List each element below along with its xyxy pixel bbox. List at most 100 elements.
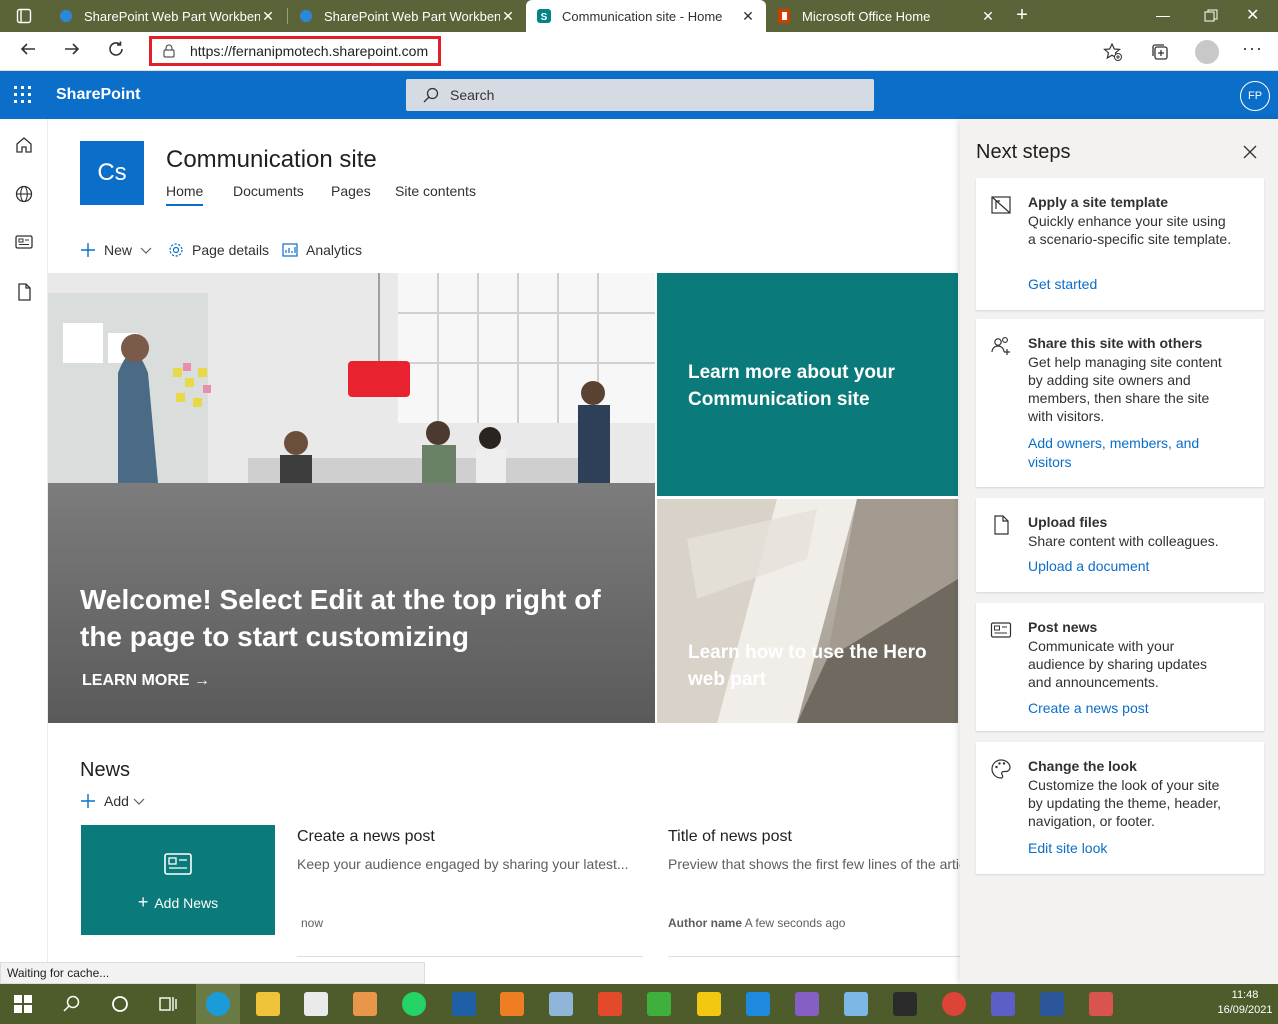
sharepoint-brand-link[interactable]: SharePoint — [56, 86, 140, 104]
minimize-window-button[interactable] — [1156, 8, 1170, 24]
news-feed-icon[interactable] — [14, 232, 34, 252]
teams-icon[interactable] — [991, 992, 1015, 1016]
vscode-icon[interactable] — [746, 992, 770, 1016]
site-nav-site-contents[interactable]: Site contents — [395, 183, 476, 199]
home-icon[interactable] — [14, 135, 34, 155]
news-post-preview: Preview that shows the first few lines o… — [668, 856, 960, 872]
photos-app-icon[interactable] — [844, 992, 868, 1016]
chevron-down-icon — [133, 798, 145, 805]
system-clock[interactable]: 11:48 16/09/2021 — [1214, 988, 1276, 1018]
add-favorite-icon[interactable] — [1103, 42, 1123, 62]
file-explorer-icon[interactable] — [256, 992, 280, 1016]
hero-tile-heading: Learn more about your Communication site — [688, 362, 895, 410]
close-tab-icon[interactable]: ✕ — [500, 8, 516, 25]
plus-icon — [81, 794, 95, 808]
close-tab-icon[interactable]: ✕ — [740, 8, 756, 25]
microsoft-store-icon[interactable] — [304, 992, 328, 1016]
url-field[interactable]: https://fernanipmotech.sharepoint.com — [149, 36, 441, 66]
git-app-icon[interactable] — [598, 992, 622, 1016]
restore-window-icon[interactable] — [1204, 9, 1218, 23]
news-post-title[interactable]: Title of news post — [668, 828, 792, 846]
back-button[interactable] — [15, 39, 41, 65]
close-icon[interactable] — [1242, 144, 1258, 160]
globe-icon[interactable] — [14, 184, 34, 204]
upload-file-icon — [994, 515, 1009, 535]
page-details-button[interactable]: Page details — [168, 242, 269, 258]
forward-button[interactable] — [59, 39, 85, 65]
close-tab-icon[interactable]: ✕ — [980, 8, 996, 25]
power-bi-icon[interactable] — [697, 992, 721, 1016]
learn-more-link[interactable]: LEARN MORE → — [82, 672, 210, 690]
windows-start-icon[interactable] — [14, 995, 32, 1013]
collections-icon[interactable] — [1150, 42, 1170, 62]
terminal-icon[interactable] — [893, 992, 917, 1016]
edge-browser-icon[interactable] — [206, 992, 230, 1016]
hero-tile-learn-communication-site[interactable]: Learn more about your Communication site — [657, 273, 958, 496]
whatsapp-icon[interactable] — [402, 992, 426, 1016]
next-step-card-change-look: Change the look Customize the look of yo… — [976, 742, 1264, 874]
word-icon[interactable] — [1040, 992, 1064, 1016]
close-tab-icon[interactable]: ✕ — [260, 8, 276, 25]
task-view-icon[interactable] — [158, 994, 178, 1014]
more-menu-icon[interactable]: ··· — [1242, 38, 1263, 59]
cortana-icon[interactable] — [110, 994, 130, 1014]
hero-main-heading: Welcome! Select Edit at the top right of… — [80, 584, 601, 652]
browser-tab-workbench-1[interactable]: SharePoint Web Part Workbench ✕ — [48, 0, 286, 32]
sketch-app-icon[interactable] — [647, 992, 671, 1016]
hero-tile-learn-hero-web-part[interactable]: Learn how to use the Hero web part — [657, 499, 958, 723]
vmware-icon[interactable] — [452, 992, 476, 1016]
app-launcher-icon[interactable] — [14, 86, 32, 104]
create-news-post-link[interactable]: Create a news post — [1028, 699, 1228, 718]
site-logo[interactable]: Cs — [80, 141, 144, 205]
next-step-card-site-template: Apply a site template Quickly enhance yo… — [976, 178, 1264, 310]
upload-document-link[interactable]: Upload a document — [1028, 557, 1228, 576]
close-window-button[interactable]: ✕ — [1246, 5, 1259, 25]
search-input[interactable]: Search — [406, 79, 874, 111]
browser-tab-communication-site[interactable]: S Communication site - Home ✕ — [526, 0, 766, 32]
browser-tab-office-home[interactable]: Microsoft Office Home ✕ — [766, 0, 1006, 32]
add-news-dropdown[interactable]: Add — [80, 793, 145, 809]
add-label: Add — [104, 793, 129, 809]
get-started-link[interactable]: Get started — [1028, 275, 1228, 294]
tab-actions-icon[interactable] — [16, 8, 32, 24]
tab-title: SharePoint Web Part Workbench — [324, 8, 500, 24]
account-avatar[interactable]: FP — [1240, 81, 1270, 111]
new-command-button[interactable]: New — [80, 242, 152, 258]
hero-main-tile[interactable]: Welcome! Select Edit at the top right of… — [48, 273, 655, 723]
gear-icon — [169, 243, 183, 257]
chrome-icon[interactable] — [942, 992, 966, 1016]
refresh-icon — [109, 41, 123, 56]
profile-avatar[interactable] — [1195, 40, 1219, 64]
site-nav-documents[interactable]: Documents — [233, 183, 304, 199]
next-steps-title: Next steps — [976, 141, 1071, 163]
news-post-meta: Author name A few seconds ago — [668, 916, 845, 930]
card-description: Customize the look of your site by updat… — [1028, 777, 1222, 829]
browser-tab-workbench-2[interactable]: SharePoint Web Part Workbench ✕ — [288, 0, 526, 32]
search-icon[interactable] — [62, 994, 82, 1014]
news-icon — [990, 622, 1012, 638]
document-icon[interactable] — [14, 282, 34, 302]
toolbox-icon[interactable] — [1089, 992, 1113, 1016]
hero-tile-heading: Learn how to use the Hero web part — [688, 642, 927, 690]
plus-icon — [81, 243, 95, 257]
browser-address-bar: https://fernanipmotech.sharepoint.com ··… — [0, 32, 1278, 71]
site-nav-pages[interactable]: Pages — [331, 183, 371, 199]
new-tab-button[interactable]: + — [1012, 5, 1032, 25]
edit-site-look-link[interactable]: Edit site look — [1028, 839, 1228, 858]
media-player-icon[interactable] — [353, 992, 377, 1016]
orange-app-icon[interactable] — [500, 992, 524, 1016]
site-title[interactable]: Communication site — [166, 146, 377, 174]
analytics-button[interactable]: Analytics — [282, 242, 362, 258]
refresh-button[interactable] — [103, 39, 129, 65]
add-news-tile[interactable]: + Add News — [81, 825, 275, 935]
url-text: https://fernanipmotech.sharepoint.com — [190, 43, 429, 59]
site-nav-home[interactable]: Home — [166, 183, 204, 206]
arrow-left-icon — [20, 43, 35, 55]
news-post-title[interactable]: Create a news post — [297, 828, 435, 846]
card-description: Get help managing site content by adding… — [1028, 354, 1222, 424]
windows-taskbar: 11:48 16/09/2021 — [0, 984, 1278, 1024]
clock-date: 16/09/2021 — [1217, 1004, 1273, 1016]
paint-app-icon[interactable] — [549, 992, 573, 1016]
add-owners-link[interactable]: Add owners, members, and visitors — [1028, 434, 1218, 472]
visual-studio-icon[interactable] — [795, 992, 819, 1016]
